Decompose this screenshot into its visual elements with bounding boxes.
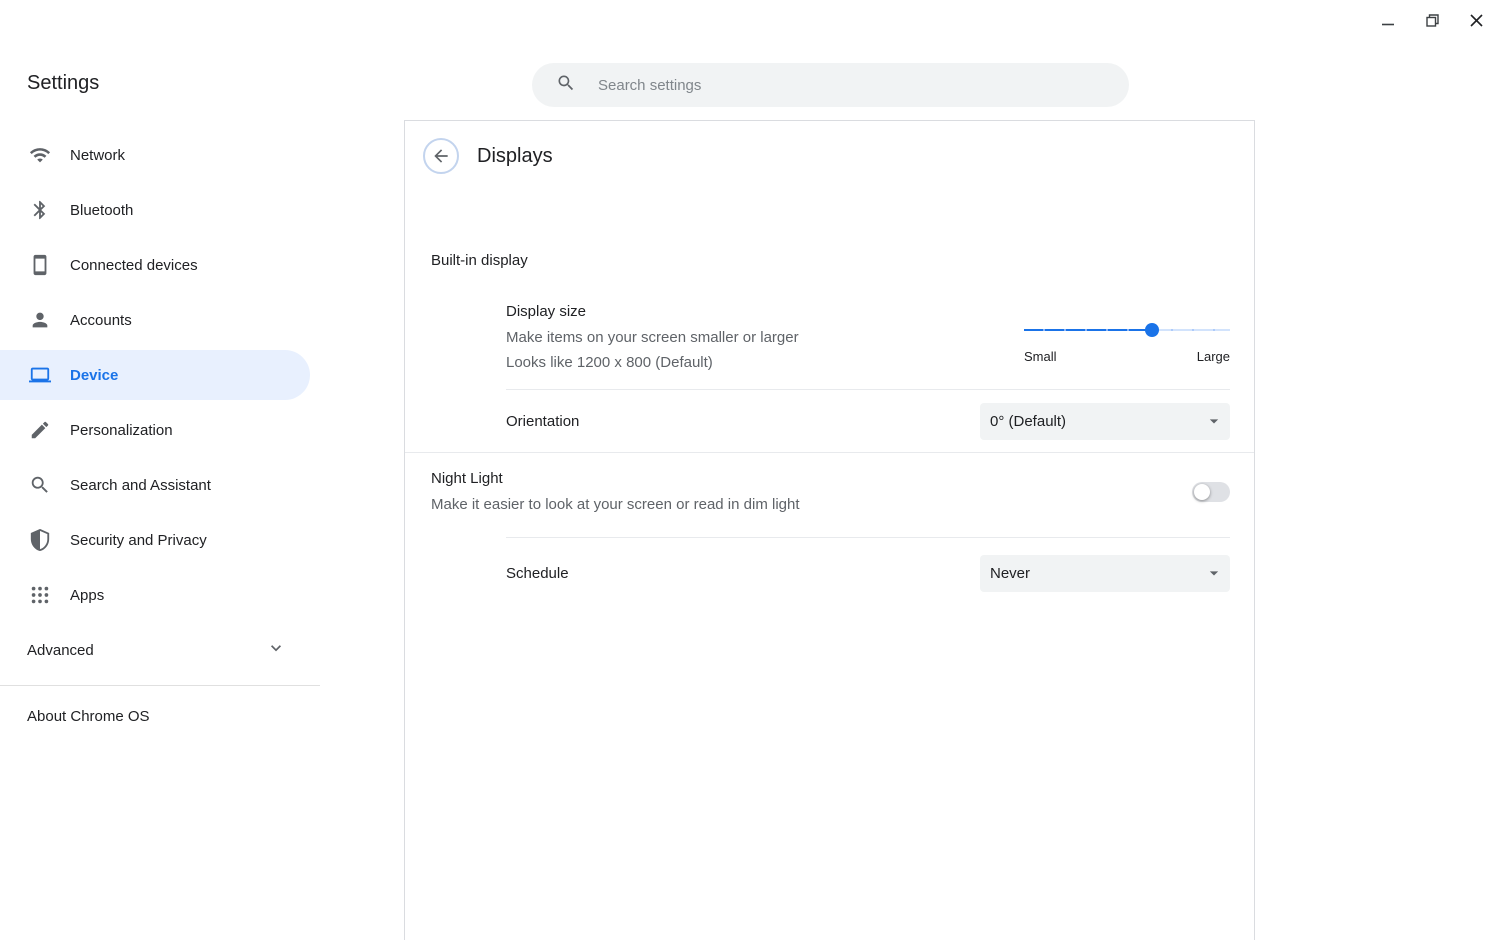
back-button[interactable] [423,138,459,174]
page-header: Displays [423,138,1254,174]
about-label: About Chrome OS [27,708,150,725]
sidebar-item-accounts[interactable]: Accounts [0,295,310,345]
display-size-slider-fill [1024,329,1152,331]
sidebar-advanced-toggle[interactable]: Advanced [0,625,310,675]
sidebar-item-search-assistant[interactable]: Search and Assistant [0,460,310,510]
restore-icon [1425,13,1440,28]
displays-settings-card: Displays Built-in display Display size M… [404,120,1255,940]
search-icon [556,73,576,98]
search-icon [28,473,52,497]
display-size-description: Make items on your screen smaller or lar… [506,325,799,350]
schedule-row: Schedule Never [405,538,1254,608]
sidebar-item-label: Network [70,147,125,164]
display-size-row: Display size Make items on your screen s… [506,299,1230,375]
sidebar-item-label: Device [70,367,118,384]
display-size-slider-wrap: Small Large [1024,299,1230,375]
slider-min-label: Small [1024,349,1057,364]
advanced-label: Advanced [27,642,94,659]
display-size-label: Display size [506,299,799,325]
page-title: Displays [477,145,553,168]
smartphone-icon [28,253,52,277]
slider-labels: Small Large [1024,349,1230,364]
sidebar-divider [0,685,320,686]
orientation-select[interactable]: 0° (Default) [980,403,1230,440]
orientation-value: 0° (Default) [990,413,1066,430]
arrow-back-icon [431,146,451,166]
sidebar-item-label: Accounts [70,312,132,329]
orientation-row: Orientation 0° (Default) [405,390,1254,452]
section-title-built-in-display: Built-in display [431,252,1254,269]
search-input[interactable] [596,76,1129,95]
toggle-knob [1194,484,1210,500]
sidebar-item-device[interactable]: Device [0,350,310,400]
restore-button[interactable] [1420,8,1444,32]
search-bar[interactable] [532,63,1129,107]
sidebar-item-label: Security and Privacy [70,532,207,549]
display-size-text: Display size Make items on your screen s… [506,299,799,375]
sidebar-item-apps[interactable]: Apps [0,570,310,620]
night-light-text: Night Light Make it easier to look at yo… [431,466,800,517]
display-size-slider[interactable] [1024,323,1230,337]
laptop-icon [28,363,52,387]
schedule-value: Never [990,565,1030,582]
sidebar-item-bluetooth[interactable]: Bluetooth [0,185,310,235]
sidebar-item-personalization[interactable]: Personalization [0,405,310,455]
sidebar: Network Bluetooth Connected devices Acco… [0,121,404,740]
apps-grid-icon [28,583,52,607]
slider-max-label: Large [1197,349,1230,364]
schedule-label: Schedule [506,565,569,582]
sidebar-item-network[interactable]: Network [0,130,310,180]
window-controls [1376,8,1488,32]
schedule-select[interactable]: Never [980,555,1230,592]
night-light-row: Night Light Make it easier to look at yo… [405,453,1254,537]
shield-icon [28,528,52,552]
sidebar-item-security-privacy[interactable]: Security and Privacy [0,515,310,565]
display-size-slider-thumb[interactable] [1145,323,1159,337]
minimize-icon [1381,13,1395,27]
app-title: Settings [27,72,99,95]
orientation-label: Orientation [506,413,579,430]
bluetooth-icon [28,198,52,222]
minimize-button[interactable] [1376,8,1400,32]
night-light-description: Make it easier to look at your screen or… [431,492,800,517]
night-light-toggle[interactable] [1192,482,1230,502]
close-icon [1469,13,1484,28]
close-button[interactable] [1464,8,1488,32]
dropdown-arrow-icon [1204,411,1224,431]
wifi-icon [28,143,52,167]
night-light-label: Night Light [431,466,800,492]
person-icon [28,308,52,332]
sidebar-item-label: Connected devices [70,257,198,274]
dropdown-arrow-icon [1204,563,1224,583]
sidebar-item-about-chrome-os[interactable]: About Chrome OS [0,692,310,740]
sidebar-item-label: Personalization [70,422,173,439]
brush-icon [28,418,52,442]
sidebar-item-connected-devices[interactable]: Connected devices [0,240,310,290]
sidebar-item-label: Bluetooth [70,202,133,219]
sidebar-item-label: Apps [70,587,104,604]
chevron-down-icon [266,638,286,662]
display-size-current-value: Looks like 1200 x 800 (Default) [506,350,799,375]
sidebar-item-label: Search and Assistant [70,477,211,494]
